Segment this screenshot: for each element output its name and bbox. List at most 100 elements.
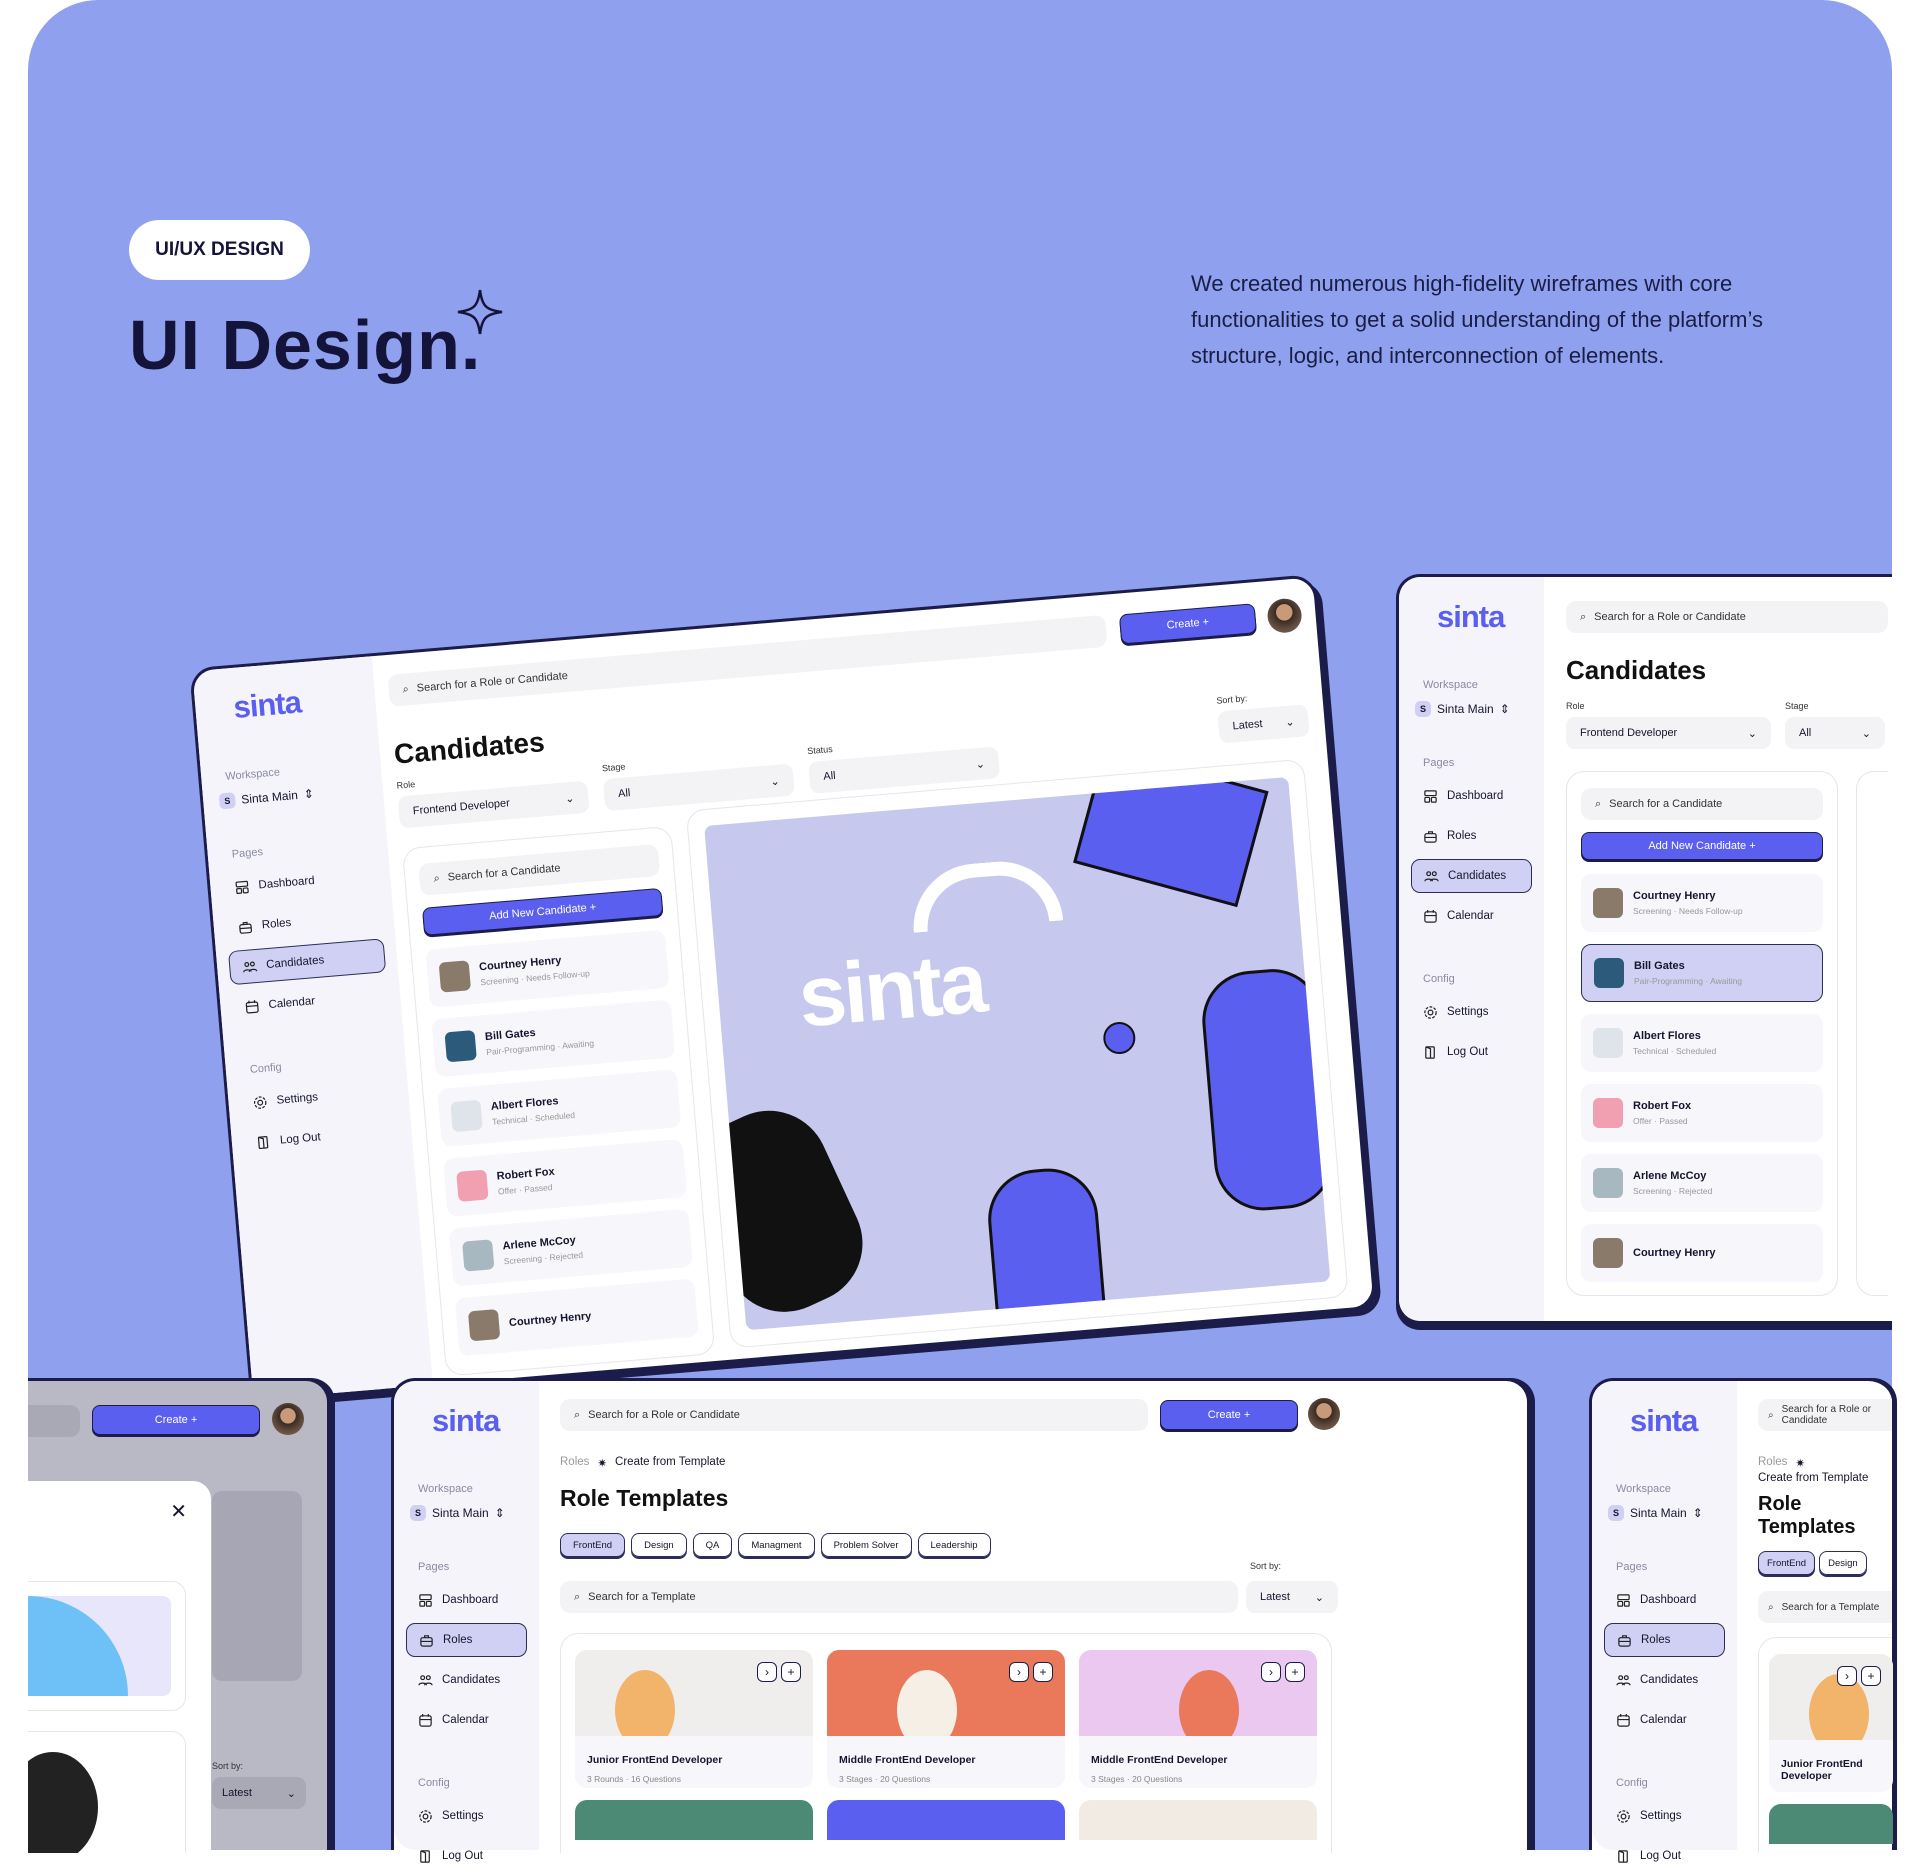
sidebar-item-roles[interactable]: Roles [406, 1623, 527, 1657]
candidate-item[interactable]: Courtney Henry [454, 1278, 699, 1357]
sidebar-item-log-out[interactable]: Log Out [1411, 1035, 1532, 1069]
sidebar-item-dashboard[interactable]: Dashboard [1604, 1583, 1725, 1617]
candidate-photo [438, 960, 472, 993]
sidebar-item-roles[interactable]: Roles [1604, 1623, 1725, 1657]
breadcrumb-roles[interactable]: Roles [1758, 1456, 1787, 1470]
template-card[interactable]: › + Middle FrontEnd Developer 3 Stages · 20… [827, 1650, 1065, 1788]
avatar[interactable] [272, 1403, 304, 1435]
sidebar-item-settings[interactable]: Settings [1411, 995, 1532, 1029]
filter-stage-select[interactable]: All ⌄ [1785, 717, 1885, 749]
candidate-item[interactable]: Arlene McCoy Screening · Rejected [448, 1208, 693, 1287]
close-icon[interactable]: ✕ [170, 1499, 187, 1524]
create-button[interactable]: Create + [92, 1405, 260, 1435]
sidebar-item-candidates[interactable]: Candidates [406, 1663, 527, 1697]
create-button[interactable]: Create + [1160, 1400, 1298, 1430]
candidate-item[interactable]: Albert Flores Technical · Scheduled [437, 1069, 682, 1148]
sidebar-item-dashboard[interactable]: Dashboard [406, 1583, 527, 1617]
sidebar-item-settings[interactable]: Settings [1604, 1799, 1725, 1833]
sidebar-item-calendar[interactable]: Calendar [1604, 1703, 1725, 1737]
workspace-initial: S [218, 792, 236, 810]
templates-grid: ›+Junior FrontEnd Developer3 Rounds · 16… [560, 1633, 1332, 1853]
sort-label: Sort by: [212, 1761, 244, 1771]
workspace-switcher[interactable]: S Sinta Main ⇕ [1608, 1505, 1725, 1521]
template-search-input[interactable]: ⌕ Search for a Template [560, 1581, 1238, 1613]
chip-frontend[interactable]: FrontEnd [1758, 1551, 1816, 1575]
plus-icon[interactable]: + [1861, 1666, 1881, 1686]
sidebar-item-calendar[interactable]: Calendar [231, 978, 389, 1025]
config-label: Config [418, 1777, 450, 1789]
workspace-switcher[interactable]: S Sinta Main ⇕ [410, 1505, 527, 1521]
chip-leadership[interactable]: Leadership [917, 1533, 991, 1557]
workspace-switcher[interactable]: S Sinta Main ⇕ [1415, 701, 1532, 717]
chip-problem-solver[interactable]: Problem Solver [820, 1533, 912, 1557]
add-candidate-button[interactable]: Add New Candidate + [1581, 832, 1823, 860]
sidebar-item-candidates[interactable]: Candidates [1411, 859, 1532, 893]
global-search-input[interactable]: ⌕ Search for a Role or Candidate [560, 1399, 1148, 1431]
chip-design[interactable]: Design [631, 1533, 687, 1557]
candidate-search-input[interactable]: ⌕ Search for a Candidate [1581, 788, 1823, 820]
candidate-item[interactable]: Courtney Henry [1581, 1224, 1823, 1282]
candidate-item[interactable]: Arlene McCoy Screening · Rejected [1581, 1154, 1823, 1212]
breadcrumb-roles[interactable]: Roles [560, 1456, 589, 1470]
sidebar-item-dashboard[interactable]: Dashboard [221, 859, 379, 906]
template-search-input[interactable]: ⌕ Search for a Template [1758, 1591, 1892, 1623]
sidebar-item-log-out[interactable]: Log Out [406, 1839, 527, 1873]
global-search-input[interactable]: ⌕ Search for a Role or Candidate [1758, 1399, 1892, 1431]
sidebar-item-roles[interactable]: Roles [1411, 819, 1532, 853]
workspace-switcher[interactable]: S Sinta Main ⇕ [218, 781, 372, 810]
chip-qa[interactable]: QA [692, 1533, 733, 1557]
chip-frontend[interactable]: FrontEnd [560, 1533, 626, 1557]
sidebar-item-roles[interactable]: Roles [225, 898, 383, 945]
sinta-logo: sinta [1630, 1403, 1698, 1438]
candidate-item[interactable]: Bill Gates Pair-Programming · Awaiting [431, 999, 676, 1078]
chevron-updown-icon: ⇕ [1692, 1506, 1703, 1520]
sidebar-item-settings[interactable]: Settings [239, 1074, 397, 1121]
avatar[interactable] [1266, 597, 1303, 635]
sidebar-item-log-out[interactable]: Log Out [243, 1114, 401, 1161]
sort-select[interactable]: Latest ⌄ [1246, 1581, 1338, 1613]
workspace-label: Workspace [1616, 1483, 1671, 1495]
chip-design[interactable]: Design [1819, 1551, 1867, 1575]
sidebar-item-calendar[interactable]: Calendar [1411, 899, 1532, 933]
sidebar-item-candidates[interactable]: Candidates [1604, 1663, 1725, 1697]
candidate-item[interactable]: Courtney Henry Screening · Needs Follow-u… [1581, 874, 1823, 932]
add-candidate-button[interactable]: Add New Candidate + [421, 887, 664, 936]
filter-role-select[interactable]: Frontend Developer ⌄ [1566, 717, 1771, 749]
filter-label: Stage [1785, 701, 1809, 711]
filter-label: Role [1566, 701, 1585, 711]
candidate-item[interactable]: Courtney Henry Screening · Needs Follow-u… [425, 929, 670, 1008]
template-card[interactable] [827, 1800, 1065, 1840]
create-button[interactable]: Create + [1118, 603, 1257, 645]
sidebar-item-calendar[interactable]: Calendar [406, 1703, 527, 1737]
logout-icon [420, 1849, 430, 1863]
template-card[interactable]: ›+Junior FrontEnd Developer3 Rounds · 16… [575, 1650, 813, 1788]
sidebar-item-dashboard[interactable]: Dashboard [1411, 779, 1532, 813]
template-card[interactable] [1769, 1804, 1893, 1844]
global-search-input[interactable]: ⌕ Search for a Role or Candidate [1566, 601, 1888, 633]
template-card[interactable]: › + Middle FrontEnd Developer 3 Stages · 20… [1079, 1650, 1317, 1788]
sidebar-item-log-out[interactable]: Log Out [1604, 1839, 1725, 1873]
chevron-right-icon[interactable]: › [757, 1662, 777, 1682]
candidate-item[interactable]: Albert Flores Technical · Scheduled [1581, 1014, 1823, 1072]
global-search-input[interactable] [28, 1405, 80, 1437]
sidebar-item-settings[interactable]: Settings [406, 1799, 527, 1833]
chevron-right-icon[interactable]: › [1261, 1662, 1281, 1682]
sort-select[interactable]: Latest ⌄ [212, 1777, 306, 1809]
plus-icon[interactable]: + [1033, 1662, 1053, 1682]
sidebar-item-candidates[interactable]: Candidates [227, 938, 387, 986]
chevron-right-icon[interactable]: › [1837, 1666, 1857, 1686]
candidate-photo [462, 1239, 495, 1272]
chevron-right-icon[interactable]: › [1009, 1662, 1029, 1682]
candidate-search-input[interactable]: ⌕ Search for a Candidate [418, 843, 661, 896]
candidate-item[interactable]: Robert Fox Offer · Passed [443, 1138, 688, 1217]
sort-select[interactable]: Latest ⌄ [1217, 704, 1310, 744]
plus-icon[interactable]: + [1285, 1662, 1305, 1682]
template-card[interactable] [575, 1800, 813, 1840]
plus-icon[interactable]: + [781, 1662, 801, 1682]
avatar[interactable] [1308, 1398, 1340, 1430]
template-card[interactable]: ›+Junior FrontEnd Developer3 Rounds · 16… [1769, 1654, 1893, 1792]
template-card[interactable] [1079, 1800, 1317, 1840]
candidate-item[interactable]: Bill Gates Pair-Programming · Awaiting [1581, 944, 1823, 1002]
chip-managment[interactable]: Managment [738, 1533, 815, 1557]
candidate-item[interactable]: Robert Fox Offer · Passed [1581, 1084, 1823, 1142]
